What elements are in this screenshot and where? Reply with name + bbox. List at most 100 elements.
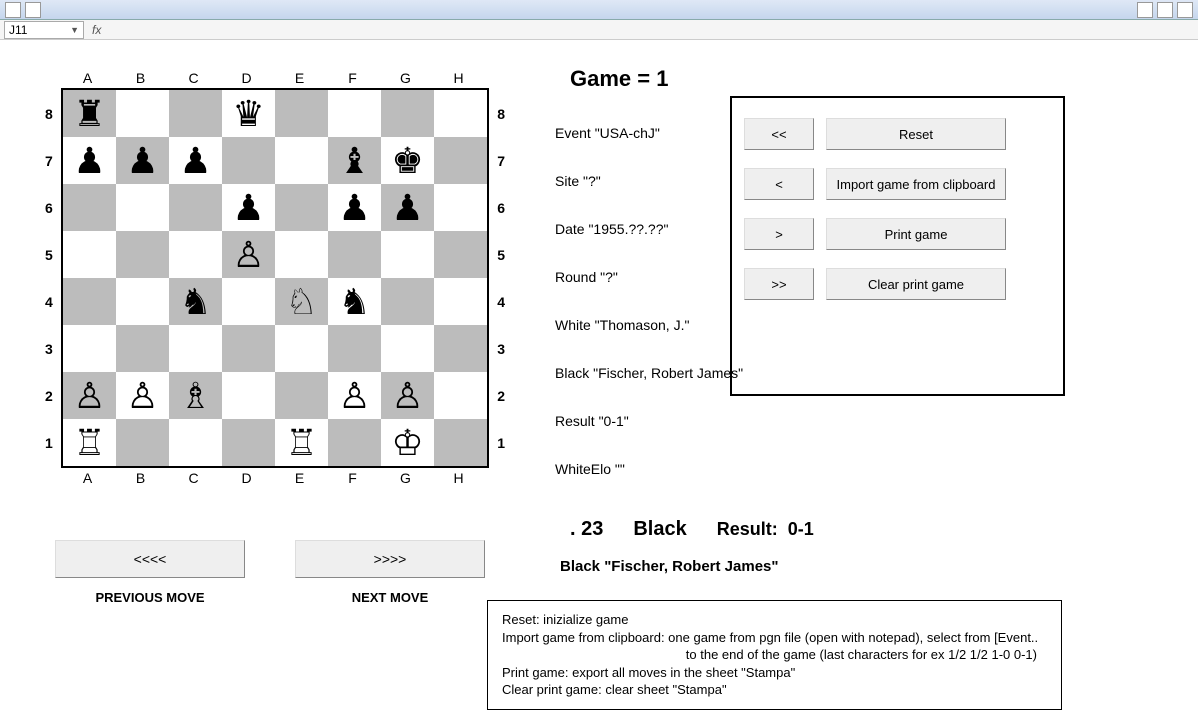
square-d5[interactable]: ♙: [222, 231, 275, 278]
square-a5[interactable]: [63, 231, 116, 278]
toolbar-icon[interactable]: [1137, 2, 1153, 18]
help-line: Import game from clipboard: one game fro…: [502, 629, 1047, 647]
square-a3[interactable]: [63, 325, 116, 372]
board-frame: 87654321 ♜♛♟♟♟♝♚♟♟♟♙♞♘♞♙♙♗♙♙♖♖♔ 87654321: [61, 88, 489, 468]
square-b6[interactable]: [116, 184, 169, 231]
square-h5[interactable]: [434, 231, 487, 278]
toolbar-icon[interactable]: [25, 2, 41, 18]
square-a2[interactable]: ♙: [63, 372, 116, 419]
square-a1[interactable]: ♖: [63, 419, 116, 466]
square-h2[interactable]: [434, 372, 487, 419]
next-move-button[interactable]: >>>>: [295, 540, 485, 578]
square-f1[interactable]: [328, 419, 381, 466]
square-a7[interactable]: ♟: [63, 137, 116, 184]
square-g3[interactable]: [381, 325, 434, 372]
square-h3[interactable]: [434, 325, 487, 372]
square-f8[interactable]: [328, 90, 381, 137]
clear-print-button[interactable]: Clear print game: [826, 268, 1006, 300]
dropdown-icon[interactable]: ▼: [70, 25, 79, 35]
reset-button[interactable]: Reset: [826, 118, 1006, 150]
square-f3[interactable]: [328, 325, 381, 372]
square-e3[interactable]: [275, 325, 328, 372]
square-e2[interactable]: [275, 372, 328, 419]
square-c6[interactable]: [169, 184, 222, 231]
square-c7[interactable]: ♟: [169, 137, 222, 184]
square-a4[interactable]: [63, 278, 116, 325]
square-b3[interactable]: [116, 325, 169, 372]
fx-icon[interactable]: fx: [92, 23, 101, 37]
square-f5[interactable]: [328, 231, 381, 278]
square-g8[interactable]: [381, 90, 434, 137]
square-d3[interactable]: [222, 325, 275, 372]
square-g4[interactable]: [381, 278, 434, 325]
square-b7[interactable]: ♟: [116, 137, 169, 184]
info-event: Event "USA-chJ": [555, 125, 755, 141]
last-move-button[interactable]: >>: [744, 268, 814, 300]
square-h1[interactable]: [434, 419, 487, 466]
square-f4[interactable]: ♞: [328, 278, 381, 325]
square-d7[interactable]: [222, 137, 275, 184]
square-g6[interactable]: ♟: [381, 184, 434, 231]
first-move-button[interactable]: <<: [744, 118, 814, 150]
square-e4[interactable]: ♘: [275, 278, 328, 325]
square-a6[interactable]: [63, 184, 116, 231]
toolbar-icon[interactable]: [1157, 2, 1173, 18]
result-value: 0-1: [788, 519, 814, 539]
next-move-label: NEXT MOVE: [352, 590, 429, 605]
print-button[interactable]: Print game: [826, 218, 1006, 250]
square-g2[interactable]: ♙: [381, 372, 434, 419]
square-e5[interactable]: [275, 231, 328, 278]
square-d6[interactable]: ♟: [222, 184, 275, 231]
square-e7[interactable]: [275, 137, 328, 184]
square-h8[interactable]: [434, 90, 487, 137]
info-white-elo: WhiteElo "": [555, 461, 755, 477]
square-e1[interactable]: ♖: [275, 419, 328, 466]
square-h7[interactable]: [434, 137, 487, 184]
rank-labels-right: 87654321: [497, 90, 505, 466]
file-labels-top: ABCDEFGH: [61, 70, 515, 86]
square-e8[interactable]: [275, 90, 328, 137]
square-b5[interactable]: [116, 231, 169, 278]
rank-labels-left: 87654321: [45, 90, 53, 466]
square-b2[interactable]: ♙: [116, 372, 169, 419]
square-h6[interactable]: [434, 184, 487, 231]
name-box[interactable]: J11 ▼: [4, 21, 84, 39]
square-f7[interactable]: ♝: [328, 137, 381, 184]
square-c2[interactable]: ♗: [169, 372, 222, 419]
square-b4[interactable]: [116, 278, 169, 325]
square-c8[interactable]: [169, 90, 222, 137]
square-c1[interactable]: [169, 419, 222, 466]
toolbar-icon[interactable]: [1177, 2, 1193, 18]
square-g5[interactable]: [381, 231, 434, 278]
square-d4[interactable]: [222, 278, 275, 325]
square-g1[interactable]: ♔: [381, 419, 434, 466]
square-a8[interactable]: ♜: [63, 90, 116, 137]
nav-buttons: <<<< PREVIOUS MOVE >>>> NEXT MOVE: [55, 540, 485, 605]
square-g7[interactable]: ♚: [381, 137, 434, 184]
current-player: Black "Fischer, Robert James": [560, 558, 779, 575]
square-d8[interactable]: ♛: [222, 90, 275, 137]
previous-move-button[interactable]: <<<<: [55, 540, 245, 578]
square-f2[interactable]: ♙: [328, 372, 381, 419]
chess-board[interactable]: ♜♛♟♟♟♝♚♟♟♟♙♞♘♞♙♙♗♙♙♖♖♔: [63, 90, 487, 466]
import-button[interactable]: Import game from clipboard: [826, 168, 1006, 200]
toolbar-icon[interactable]: [5, 2, 21, 18]
file-labels-bottom: ABCDEFGH: [61, 470, 515, 486]
square-c5[interactable]: [169, 231, 222, 278]
info-site: Site "?": [555, 173, 755, 189]
square-c4[interactable]: ♞: [169, 278, 222, 325]
info-white: White "Thomason, J.": [555, 317, 755, 333]
square-e6[interactable]: [275, 184, 328, 231]
square-d2[interactable]: [222, 372, 275, 419]
square-b1[interactable]: [116, 419, 169, 466]
next-button[interactable]: >: [744, 218, 814, 250]
square-d1[interactable]: [222, 419, 275, 466]
cell-reference: J11: [9, 23, 27, 37]
square-h4[interactable]: [434, 278, 487, 325]
turn-indicator: Black: [633, 518, 686, 541]
game-info: Event "USA-chJ" Site "?" Date "1955.??.?…: [555, 70, 755, 486]
square-c3[interactable]: [169, 325, 222, 372]
prev-button[interactable]: <: [744, 168, 814, 200]
square-f6[interactable]: ♟: [328, 184, 381, 231]
square-b8[interactable]: [116, 90, 169, 137]
